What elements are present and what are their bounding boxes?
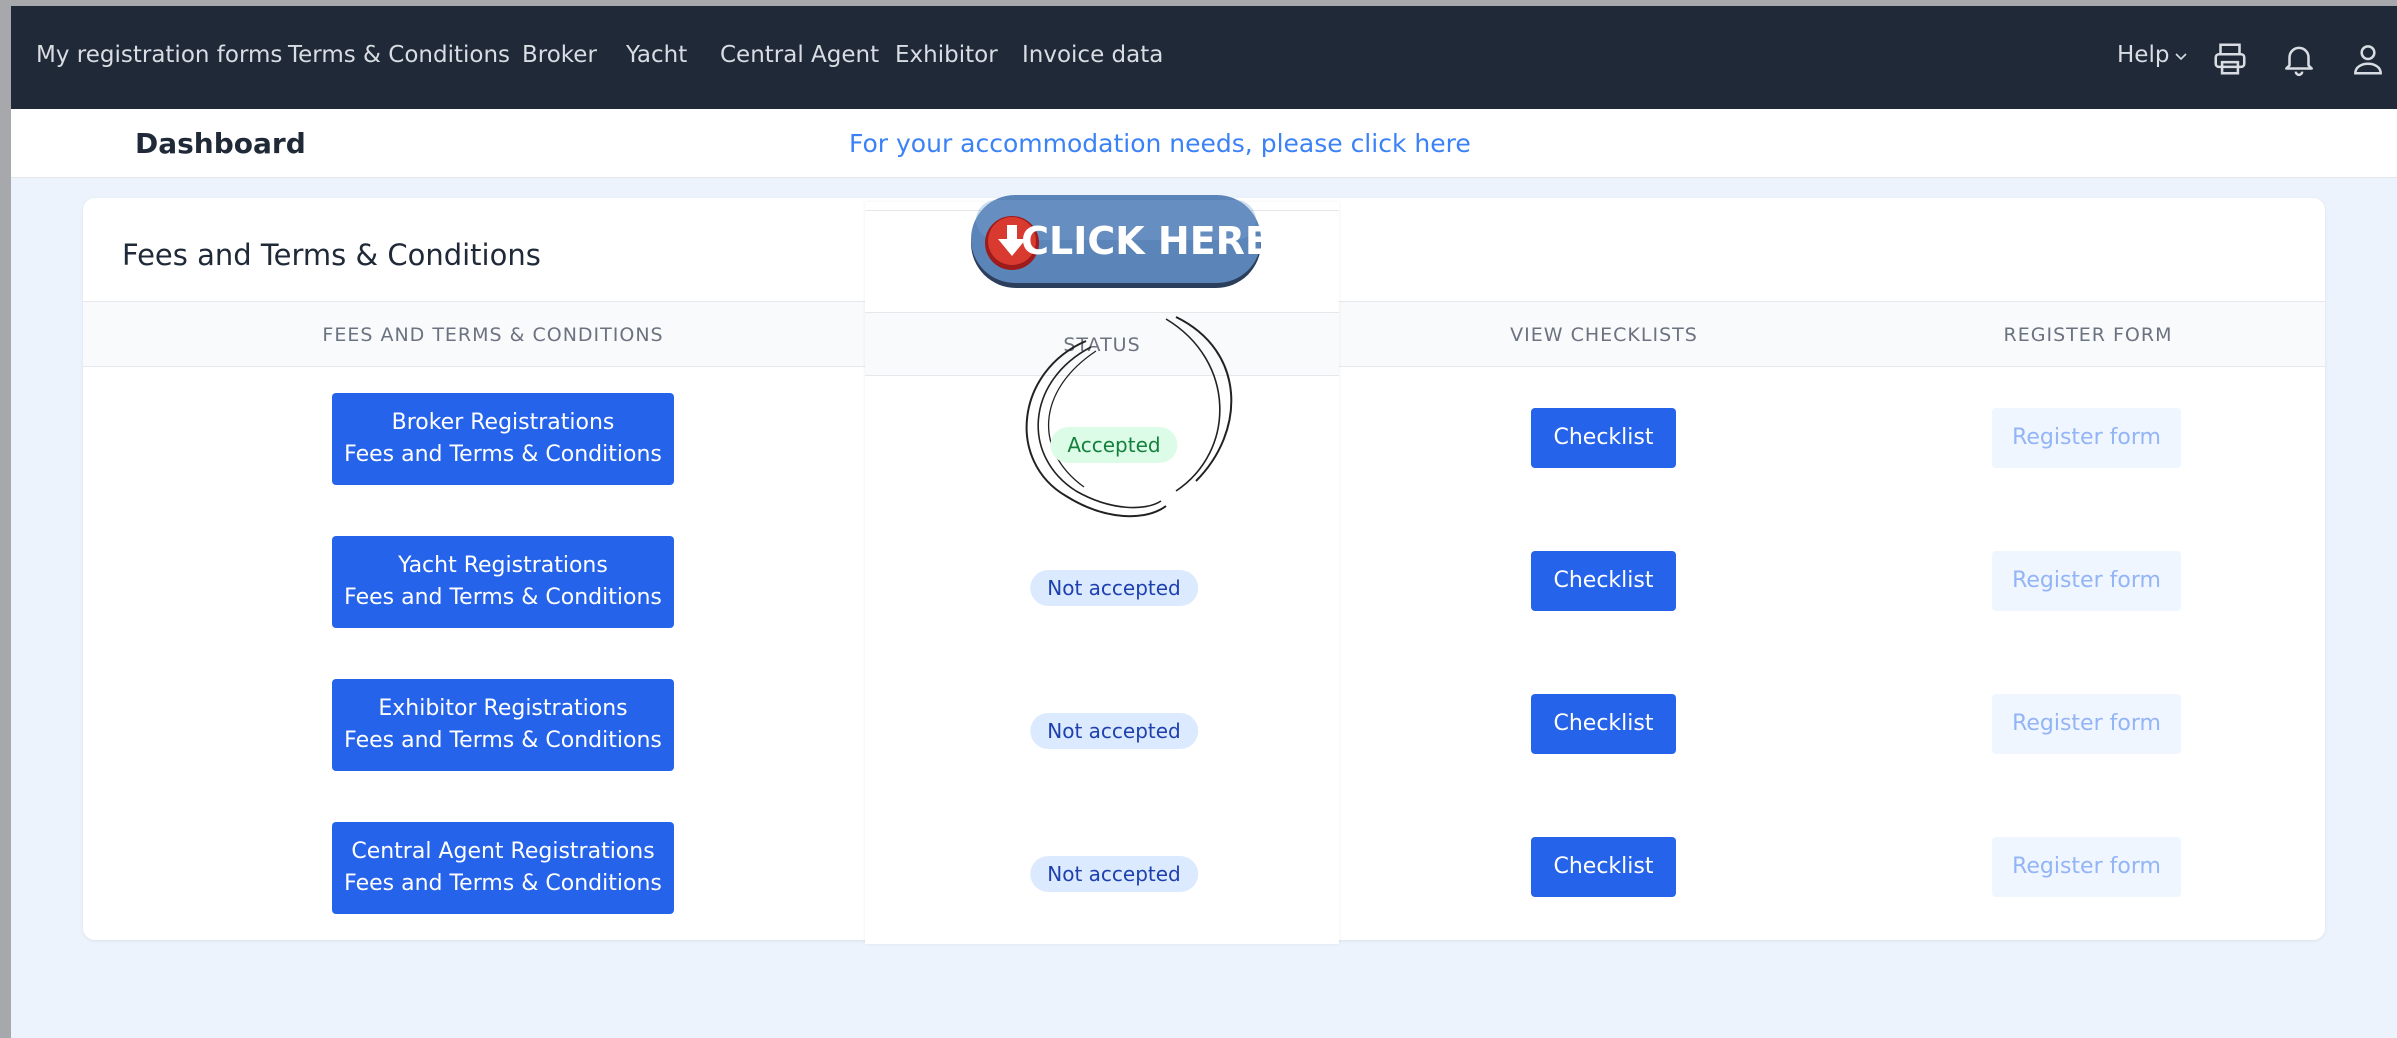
status-header: STATUS	[865, 313, 1339, 375]
top-navbar: My registration forms Terms & Conditions…	[11, 6, 2397, 109]
fees-button-line1: Central Agent Registrations	[351, 839, 655, 864]
status-badge: Accepted	[1050, 427, 1178, 463]
fees-button-line1: Exhibitor Registrations	[378, 696, 628, 721]
status-badge: Not accepted	[1030, 713, 1198, 749]
status-badge: Not accepted	[1030, 856, 1198, 892]
nav-exhibitor[interactable]: Exhibitor	[895, 42, 998, 68]
click-here-button[interactable]: CLICK HERE	[968, 192, 1264, 292]
nav-invoice-data[interactable]: Invoice data	[1022, 42, 1163, 68]
click-here-label: CLICK HERE	[1021, 219, 1264, 263]
card-title: Fees and Terms & Conditions	[122, 238, 541, 272]
subheader: Dashboard For your accommodation needs, …	[11, 109, 2397, 178]
divider	[865, 312, 1339, 313]
help-menu[interactable]: Help	[2117, 42, 2189, 68]
yacht-fees-button[interactable]: Yacht Registrations Fees and Terms & Con…	[332, 536, 674, 628]
nav-central-agent[interactable]: Central Agent	[720, 42, 879, 68]
checklist-button[interactable]: Checklist	[1531, 837, 1676, 897]
nav-my-registration-forms[interactable]: My registration forms	[36, 42, 282, 68]
fees-button-line2: Fees and Terms & Conditions	[344, 728, 662, 753]
register-form-button[interactable]: Register form	[1992, 694, 2181, 754]
column-header-checklists: VIEW CHECKLISTS	[1510, 324, 1698, 346]
fees-button-line2: Fees and Terms & Conditions	[344, 585, 662, 610]
fees-button-line1: Broker Registrations	[391, 410, 615, 435]
app-window: My registration forms Terms & Conditions…	[11, 6, 2397, 1038]
fees-button-line2: Fees and Terms & Conditions	[344, 442, 662, 467]
checklist-button[interactable]: Checklist	[1531, 694, 1676, 754]
register-form-button[interactable]: Register form	[1992, 408, 2181, 468]
fees-button-line1: Yacht Registrations	[398, 553, 608, 578]
register-form-button[interactable]: Register form	[1992, 551, 2181, 611]
page-title: Dashboard	[135, 127, 306, 160]
help-label: Help	[2117, 42, 2170, 68]
user-icon[interactable]	[2349, 40, 2387, 78]
nav-yacht[interactable]: Yacht	[626, 42, 687, 68]
checklist-button[interactable]: Checklist	[1531, 551, 1676, 611]
bell-icon[interactable]	[2280, 40, 2318, 78]
checklist-button[interactable]: Checklist	[1531, 408, 1676, 468]
column-header-register: REGISTER FORM	[2003, 324, 2173, 346]
fees-button-line2: Fees and Terms & Conditions	[344, 871, 662, 896]
column-header-status: STATUS	[1063, 334, 1141, 356]
nav-broker[interactable]: Broker	[522, 42, 597, 68]
status-badge: Not accepted	[1030, 570, 1198, 606]
chevron-down-icon	[2175, 52, 2188, 60]
printer-icon[interactable]	[2211, 40, 2249, 78]
divider	[865, 375, 1339, 376]
central-agent-fees-button[interactable]: Central Agent Registrations Fees and Ter…	[332, 822, 674, 914]
column-header-fees: FEES AND TERMS & CONDITIONS	[322, 324, 664, 346]
broker-fees-button[interactable]: Broker Registrations Fees and Terms & Co…	[332, 393, 674, 485]
accommodation-link[interactable]: For your accommodation needs, please cli…	[849, 129, 1471, 158]
nav-terms-conditions[interactable]: Terms & Conditions	[288, 42, 510, 68]
exhibitor-fees-button[interactable]: Exhibitor Registrations Fees and Terms &…	[332, 679, 674, 771]
window-left-border	[0, 0, 11, 1038]
register-form-button[interactable]: Register form	[1992, 837, 2181, 897]
